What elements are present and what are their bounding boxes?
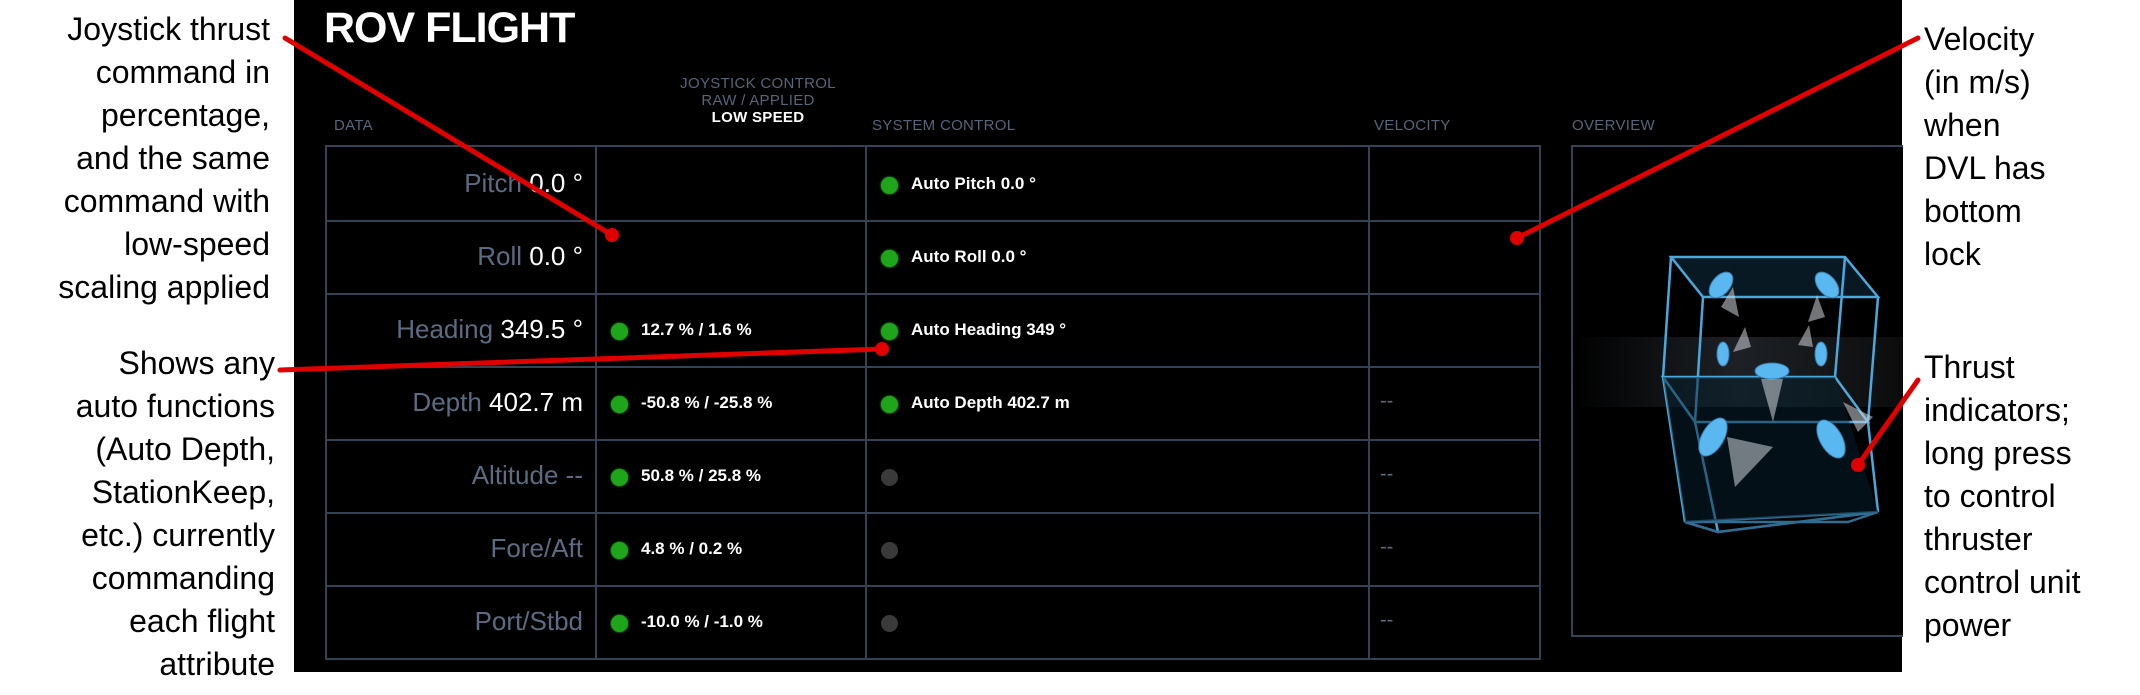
leader-line bbox=[1855, 377, 1921, 468]
leader-line bbox=[277, 346, 885, 373]
annotation-leaders bbox=[277, 35, 1921, 472]
leader-dot bbox=[1510, 231, 1524, 245]
leader-line bbox=[1514, 35, 1921, 241]
leader-dot bbox=[605, 228, 619, 242]
leader-line bbox=[282, 35, 615, 238]
leader-dot bbox=[875, 342, 889, 356]
leader-dot bbox=[1851, 458, 1865, 472]
